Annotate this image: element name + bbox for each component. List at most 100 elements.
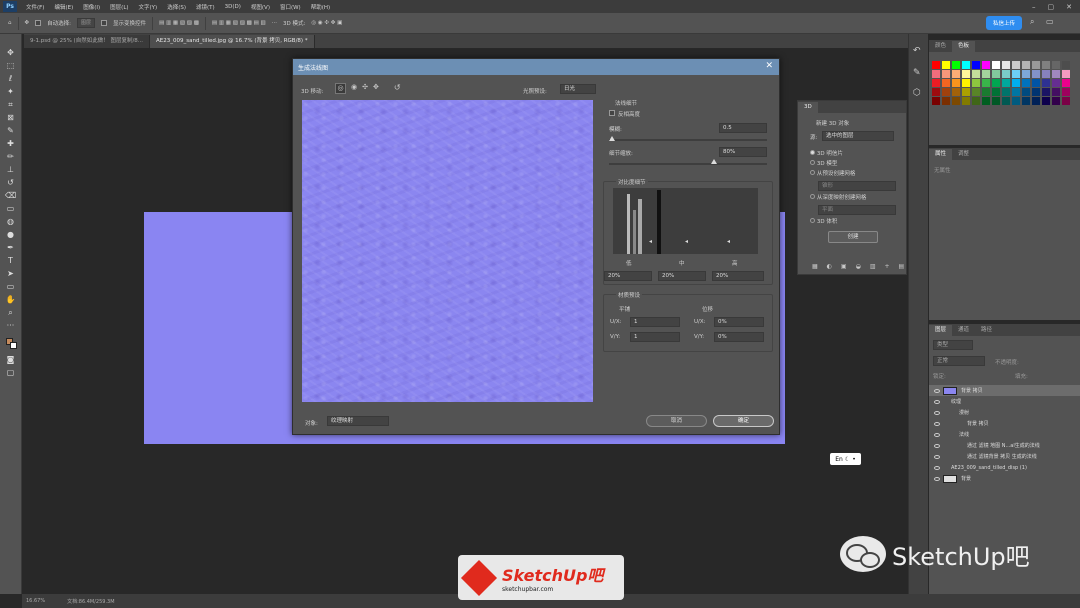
swatch[interactable] — [1052, 97, 1060, 105]
blur-slider-thumb[interactable] — [609, 136, 615, 141]
align-icons[interactable]: ▤ ▥ ▦ ▧ ▨ ▩ — [159, 20, 199, 26]
swatch[interactable] — [1012, 79, 1020, 87]
swatch[interactable] — [1002, 97, 1010, 105]
hand-tool-icon[interactable]: ✋ — [5, 295, 16, 305]
marquee-tool-icon[interactable]: ⬚ — [5, 61, 16, 71]
swatch[interactable] — [1002, 88, 1010, 96]
swatch[interactable] — [972, 61, 980, 69]
light-preset-dropdown[interactable]: 日光 — [560, 84, 596, 94]
tab-layers[interactable]: 图层 — [929, 325, 953, 336]
swatch[interactable] — [982, 79, 990, 87]
3d-option-depth-map[interactable]: 从深度映射创建网格 — [810, 193, 866, 201]
menu-type[interactable]: 文字(Y) — [134, 3, 163, 11]
shape-tool-icon[interactable]: ▭ — [5, 282, 16, 292]
swatch[interactable] — [992, 79, 1000, 87]
swatch[interactable] — [942, 61, 950, 69]
swatch[interactable] — [982, 88, 990, 96]
eye-icon[interactable] — [934, 399, 940, 404]
layer-row[interactable]: 背景 拷贝 — [929, 385, 1080, 396]
quick-mask-icon[interactable]: ◙ — [5, 355, 16, 365]
eyedropper-icon[interactable]: ✎ — [5, 126, 16, 136]
swatch[interactable] — [992, 61, 1000, 69]
tab-3d[interactable]: 3D — [798, 102, 818, 113]
tab-properties[interactable]: 属性 — [929, 149, 953, 160]
cloud-upload-button[interactable]: 私信上传 — [986, 16, 1022, 30]
brush-settings-icon[interactable]: ✎ — [913, 68, 924, 78]
tab-sand-texture[interactable]: AE23_009_sand_tilled.jpg @ 16.7% (背景 拷贝,… — [150, 35, 315, 48]
eye-icon[interactable] — [934, 465, 940, 470]
swatch[interactable] — [952, 79, 960, 87]
tab-paths[interactable]: 路径 — [975, 325, 998, 336]
swatch[interactable] — [1022, 97, 1030, 105]
swatch[interactable] — [1032, 79, 1040, 87]
swatch[interactable] — [932, 61, 940, 69]
3d-option-volume[interactable]: 3D 体积 — [810, 217, 837, 225]
zoom-level[interactable]: 16.67% — [26, 598, 45, 604]
swatch[interactable] — [992, 97, 1000, 105]
detail-slider-track[interactable] — [609, 163, 767, 165]
depth-map-dropdown[interactable]: 平面 — [818, 205, 896, 215]
swatch[interactable] — [1002, 70, 1010, 78]
swatch[interactable] — [992, 88, 1000, 96]
swatch[interactable] — [942, 88, 950, 96]
layer-kind-filter[interactable]: 类型 — [933, 340, 973, 350]
offset-v-input[interactable]: 0% — [714, 332, 764, 342]
scene-icon[interactable]: ▦ — [812, 263, 818, 270]
swatch[interactable] — [952, 97, 960, 105]
swatch[interactable] — [992, 70, 1000, 78]
type-tool-icon[interactable]: T — [5, 256, 16, 266]
distribute-icons[interactable]: ▤ ▥ ▦ ▧ ▨ ▩ ▤ ▥ — [212, 20, 266, 26]
swatch[interactable] — [1032, 97, 1040, 105]
blend-mode-dropdown[interactable]: 正常 — [933, 356, 985, 366]
swatch[interactable] — [962, 79, 970, 87]
swatch[interactable] — [1002, 79, 1010, 87]
search-icon[interactable]: ⌕ — [1030, 17, 1034, 27]
layer-row[interactable]: 背景 — [929, 473, 1080, 484]
swatch[interactable] — [1042, 97, 1050, 105]
swatch[interactable] — [972, 97, 980, 105]
swatch[interactable] — [932, 70, 940, 78]
layer-row[interactable]: 背景 拷贝 — [929, 418, 1080, 429]
auto-select-dropdown[interactable]: 图层 — [76, 18, 95, 28]
low-input[interactable]: 20% — [604, 271, 652, 281]
eye-icon[interactable] — [934, 421, 940, 426]
gradient-tool-icon[interactable]: ▭ — [5, 204, 16, 214]
eye-icon[interactable] — [934, 476, 940, 481]
swatch[interactable] — [1022, 79, 1030, 87]
swatch[interactable] — [1062, 70, 1070, 78]
swatch[interactable] — [982, 61, 990, 69]
swatch[interactable] — [1052, 88, 1060, 96]
blur-input[interactable]: 0.5 — [719, 123, 767, 133]
swatch[interactable] — [932, 88, 940, 96]
swatch[interactable] — [1012, 61, 1020, 69]
swatch[interactable] — [1062, 61, 1070, 69]
swatch[interactable] — [962, 88, 970, 96]
swatch[interactable] — [942, 97, 950, 105]
close-icon[interactable]: ✕ — [1066, 3, 1072, 11]
color-swatches[interactable] — [5, 338, 17, 349]
menu-window[interactable]: 窗口(W) — [275, 3, 306, 11]
invert-height-checkbox[interactable] — [609, 110, 615, 116]
swatch[interactable] — [1052, 79, 1060, 87]
detail-scale-input[interactable]: 80% — [719, 147, 767, 157]
swatch[interactable] — [972, 88, 980, 96]
create-3d-button[interactable]: 创建 — [828, 231, 878, 243]
swatch[interactable] — [1052, 70, 1060, 78]
eye-icon[interactable] — [934, 443, 940, 448]
blur-slider-track[interactable] — [609, 139, 767, 141]
swatch[interactable] — [1062, 79, 1070, 87]
show-transform-checkbox[interactable] — [100, 20, 107, 26]
home-icon[interactable]: ⌂ — [8, 20, 12, 26]
swatch-grid[interactable] — [932, 61, 1080, 105]
brush-tool-icon[interactable]: ✏ — [5, 152, 16, 162]
workspace-icon[interactable]: ▭ — [1046, 17, 1054, 26]
swatch[interactable] — [952, 61, 960, 69]
path-select-icon[interactable]: ➤ — [5, 269, 16, 279]
high-input[interactable]: 20% — [712, 271, 764, 281]
pen-tool-icon[interactable]: ✒ — [5, 243, 16, 253]
mesh-icon[interactable]: ▣ — [841, 263, 847, 270]
stamp-tool-icon[interactable]: ⊥ — [5, 165, 16, 175]
layer-row[interactable]: 通过 滤镜背景 拷贝 生成的法线 — [929, 451, 1080, 462]
menu-edit[interactable]: 编辑(E) — [49, 3, 78, 11]
layer-row[interactable]: 漫射 — [929, 407, 1080, 418]
